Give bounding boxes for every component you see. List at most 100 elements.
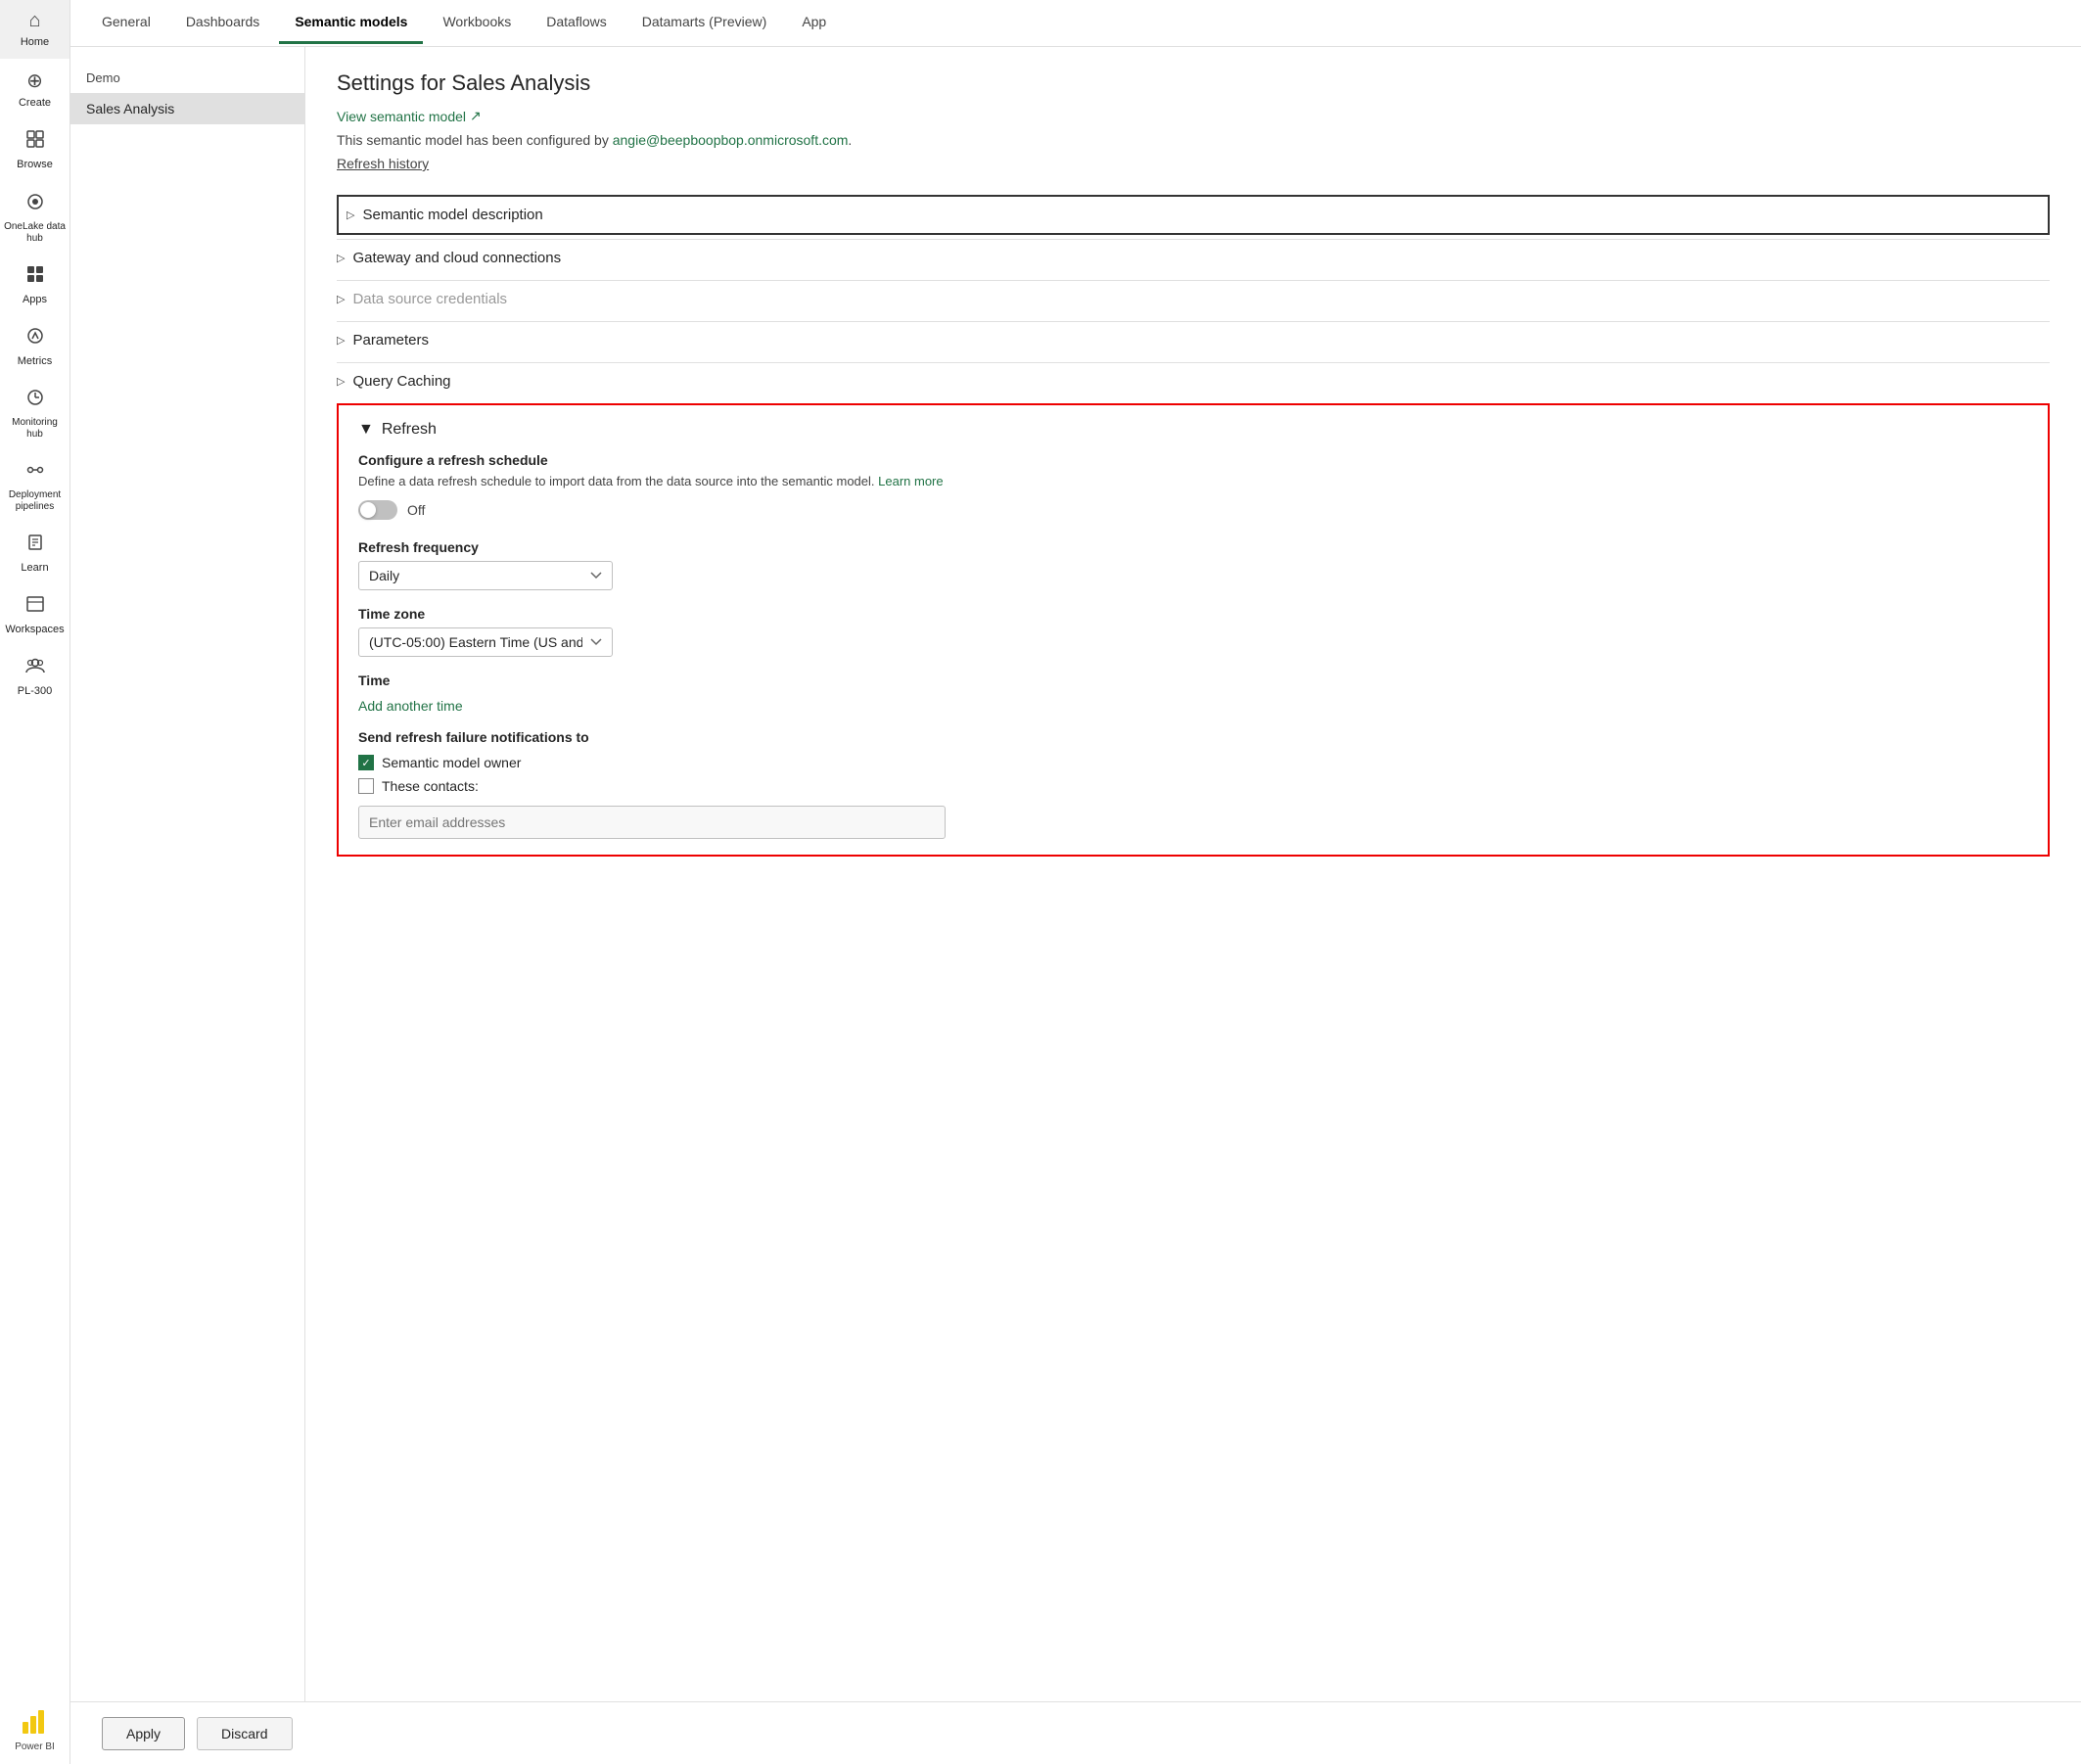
configured-by-text: This semantic model has been configured … xyxy=(337,132,2050,148)
learn-icon xyxy=(25,533,45,558)
sidebar-item-home[interactable]: ⌂ Home xyxy=(0,0,69,59)
accordion-label-description: Semantic model description xyxy=(362,207,542,223)
refresh-section-title: ▼ Refresh xyxy=(358,421,2028,439)
toggle-row: Off xyxy=(358,500,2028,520)
sidebar-item-monitoring[interactable]: Monitoring hub xyxy=(0,378,69,450)
left-panel-item-sales-analysis[interactable]: Sales Analysis xyxy=(70,93,304,124)
notifications-section: Send refresh failure notifications to Se… xyxy=(358,729,2028,839)
tab-dataflows[interactable]: Dataflows xyxy=(531,2,622,44)
tab-app[interactable]: App xyxy=(786,2,842,44)
configured-by-email[interactable]: angie@beepboopbop.onmicrosoft.com xyxy=(613,132,849,148)
refresh-frequency-group: Refresh frequency Daily xyxy=(358,539,2028,590)
workspace-group-label: Demo xyxy=(70,63,304,93)
accordion-gateway: ▷ Gateway and cloud connections xyxy=(337,239,2050,276)
accordion-toggle-description: ▷ xyxy=(347,209,354,221)
sidebar-item-label-create: Create xyxy=(19,97,51,110)
sidebar-item-browse[interactable]: Browse xyxy=(0,119,69,181)
tab-datamarts[interactable]: Datamarts (Preview) xyxy=(626,2,783,44)
toggle-label: Off xyxy=(407,502,425,518)
create-icon: ⊕ xyxy=(26,69,43,93)
sidebar-item-deployment[interactable]: Deployment pipelines xyxy=(0,450,69,523)
powerbi-logo-container: Power BI xyxy=(15,1687,55,1764)
accordion-datasource: ▷ Data source credentials xyxy=(337,280,2050,317)
notifications-label: Send refresh failure notifications to xyxy=(358,729,2028,745)
sidebar-item-label-browse: Browse xyxy=(17,159,53,171)
timezone-group: Time zone (UTC-05:00) Eastern Time (US a… xyxy=(358,606,2028,657)
refresh-description: Define a data refresh schedule to import… xyxy=(358,474,2028,488)
tab-semantic-models[interactable]: Semantic models xyxy=(279,2,423,44)
workspaces-icon xyxy=(25,594,45,620)
tab-bar: General Dashboards Semantic models Workb… xyxy=(70,0,2081,47)
sidebar-item-learn[interactable]: Learn xyxy=(0,523,69,584)
owner-checkbox-label: Semantic model owner xyxy=(382,755,521,770)
accordion-query-caching: ▷ Query Caching xyxy=(337,362,2050,399)
powerbi-logo xyxy=(17,1702,52,1738)
owner-checkbox[interactable] xyxy=(358,755,374,770)
sidebar-item-label-learn: Learn xyxy=(21,562,48,575)
tab-dashboards[interactable]: Dashboards xyxy=(170,2,276,44)
refresh-collapse-icon: ▼ xyxy=(358,421,374,439)
sidebar-item-apps[interactable]: Apps xyxy=(0,255,69,316)
refresh-section: ▼ Refresh Configure a refresh schedule D… xyxy=(337,403,2050,857)
sidebar-item-label-deployment: Deployment pipelines xyxy=(4,489,66,513)
discard-button[interactable]: Discard xyxy=(197,1717,292,1750)
settings-panel: Settings for Sales Analysis View semanti… xyxy=(305,47,2081,1764)
sidebar-item-label-onelake: OneLake data hub xyxy=(4,221,66,245)
metrics-icon xyxy=(25,326,45,351)
deployment-icon xyxy=(25,460,45,486)
accordion-label-datasource: Data source credentials xyxy=(352,291,507,307)
accordion-toggle-parameters: ▷ xyxy=(337,334,345,347)
tab-general[interactable]: General xyxy=(86,2,166,44)
accordion-toggle-datasource: ▷ xyxy=(337,293,345,305)
sidebar-item-create[interactable]: ⊕ Create xyxy=(0,59,69,119)
sidebar-item-pl300[interactable]: PL-300 xyxy=(0,646,69,708)
timezone-select[interactable]: (UTC-05:00) Eastern Time (US and Ca xyxy=(358,627,613,657)
accordion-toggle-query-caching: ▷ xyxy=(337,375,345,388)
contacts-checkbox-row: These contacts: xyxy=(358,778,2028,794)
learn-more-link[interactable]: Learn more xyxy=(878,474,943,488)
tab-workbooks[interactable]: Workbooks xyxy=(427,2,527,44)
main-area: General Dashboards Semantic models Workb… xyxy=(70,0,2081,1764)
apply-button[interactable]: Apply xyxy=(102,1717,185,1750)
monitoring-icon xyxy=(25,388,45,413)
sidebar: ⌂ Home ⊕ Create Browse OneLake data hub … xyxy=(0,0,70,1764)
time-group: Time Add another time xyxy=(358,673,2028,714)
browse-icon xyxy=(25,129,45,155)
sidebar-item-onelake[interactable]: OneLake data hub xyxy=(0,182,69,255)
action-bar: Apply Discard xyxy=(70,1701,2081,1764)
accordion-label-query-caching: Query Caching xyxy=(352,373,450,390)
add-time-link[interactable]: Add another time xyxy=(358,698,463,714)
email-input[interactable] xyxy=(358,806,946,839)
frequency-select[interactable]: Daily xyxy=(358,561,613,590)
accordion-header-parameters[interactable]: ▷ Parameters xyxy=(337,321,2050,358)
refresh-history-link[interactable]: Refresh history xyxy=(337,156,429,171)
contacts-checkbox[interactable] xyxy=(358,778,374,794)
accordion-header-description[interactable]: ▷ Semantic model description xyxy=(337,195,2050,235)
owner-checkbox-row: Semantic model owner xyxy=(358,755,2028,770)
sidebar-item-label-workspaces: Workspaces xyxy=(5,624,64,636)
view-semantic-model-link[interactable]: View semantic model ↗ xyxy=(337,108,482,124)
sidebar-item-metrics[interactable]: Metrics xyxy=(0,316,69,378)
accordion-label-parameters: Parameters xyxy=(352,332,429,348)
sidebar-item-label-apps: Apps xyxy=(23,294,47,306)
accordion-parameters: ▷ Parameters xyxy=(337,321,2050,358)
time-label: Time xyxy=(358,673,2028,688)
accordion-header-gateway[interactable]: ▷ Gateway and cloud connections xyxy=(337,239,2050,276)
page-title: Settings for Sales Analysis xyxy=(337,70,2050,96)
accordion-header-datasource[interactable]: ▷ Data source credentials xyxy=(337,280,2050,317)
apps-icon xyxy=(25,264,45,290)
refresh-sub-title: Configure a refresh schedule xyxy=(358,452,2028,468)
toggle-knob xyxy=(360,502,376,518)
powerbi-label: Power BI xyxy=(15,1741,55,1752)
sidebar-item-label-pl300: PL-300 xyxy=(18,685,52,698)
sidebar-item-label-monitoring: Monitoring hub xyxy=(4,417,66,441)
home-icon: ⌂ xyxy=(28,10,40,32)
sidebar-item-workspaces[interactable]: Workspaces xyxy=(0,584,69,646)
sidebar-item-label-metrics: Metrics xyxy=(18,355,52,368)
sidebar-item-label-home: Home xyxy=(21,36,49,49)
timezone-label: Time zone xyxy=(358,606,2028,622)
frequency-label: Refresh frequency xyxy=(358,539,2028,555)
refresh-toggle[interactable] xyxy=(358,500,397,520)
accordion-header-query-caching[interactable]: ▷ Query Caching xyxy=(337,362,2050,399)
contacts-checkbox-label: These contacts: xyxy=(382,778,479,794)
